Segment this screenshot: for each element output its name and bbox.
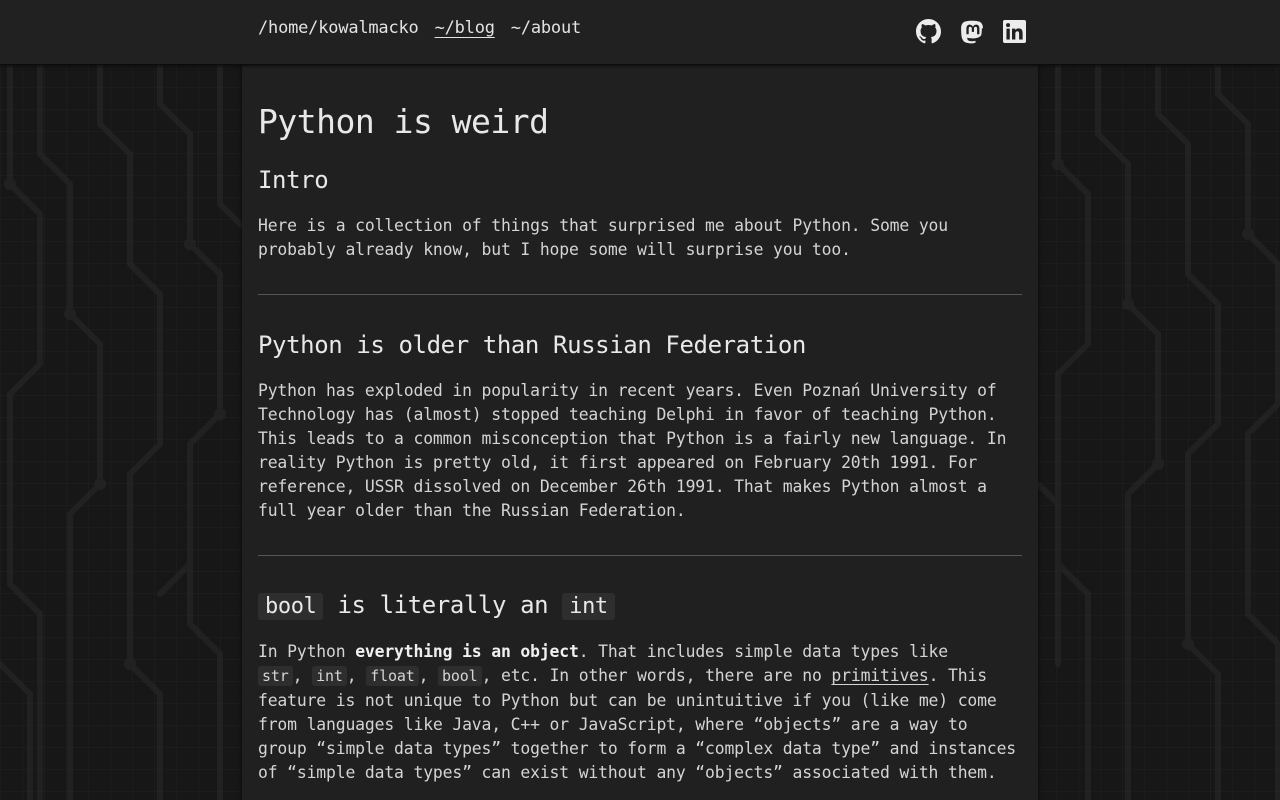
- article-panel: Python is weird Intro Here is a collecti…: [242, 64, 1038, 800]
- body-text: In Python: [258, 642, 356, 661]
- inline-code: bool: [438, 666, 482, 687]
- body-text: . That includes simple data types like: [578, 642, 948, 661]
- section-heading-bool: bool is literally an int: [258, 591, 615, 620]
- inline-code: bool: [258, 593, 324, 620]
- section-divider: [258, 294, 1022, 295]
- primitives-link[interactable]: primitives: [831, 666, 928, 685]
- site-nav: /home/kowalmacko ~/blog ~/about: [258, 18, 581, 38]
- inline-code: int: [562, 593, 615, 620]
- circuit-pattern-left: [0, 64, 242, 800]
- circuit-pattern-right: [1038, 64, 1280, 800]
- section-body-older: Python has exploded in popularity in rec…: [258, 381, 1007, 520]
- github-icon[interactable]: [916, 19, 941, 44]
- section-heading-intro: Intro: [258, 166, 329, 194]
- inline-code: str: [258, 666, 293, 687]
- separator: ,: [346, 666, 357, 686]
- separator: ,: [418, 666, 429, 686]
- section-heading-older: Python is older than Russian Federation: [258, 331, 806, 359]
- section-body-intro: Here is a collection of things that surp…: [258, 216, 948, 259]
- article-title: Python is weird: [258, 102, 549, 141]
- mastodon-icon[interactable]: [960, 20, 984, 44]
- section-body-bool: In Python everything is an object. That …: [258, 640, 1022, 786]
- inline-code: float: [366, 666, 419, 687]
- linkedin-icon[interactable]: [1003, 20, 1026, 43]
- inline-code: int: [312, 666, 347, 687]
- section-divider: [258, 555, 1022, 556]
- nav-blog-link[interactable]: ~/blog: [435, 18, 495, 38]
- bold-text: everything is an object: [355, 642, 579, 661]
- nav-about-link[interactable]: ~/about: [511, 18, 581, 38]
- body-text: , etc. In other words, there are no: [481, 666, 832, 686]
- social-links: [916, 19, 1026, 44]
- nav-home-link[interactable]: /home/kowalmacko: [258, 18, 419, 38]
- heading-text: is literally an: [323, 591, 563, 619]
- site-header: /home/kowalmacko ~/blog ~/about: [0, 0, 1280, 65]
- separator: ,: [292, 666, 303, 686]
